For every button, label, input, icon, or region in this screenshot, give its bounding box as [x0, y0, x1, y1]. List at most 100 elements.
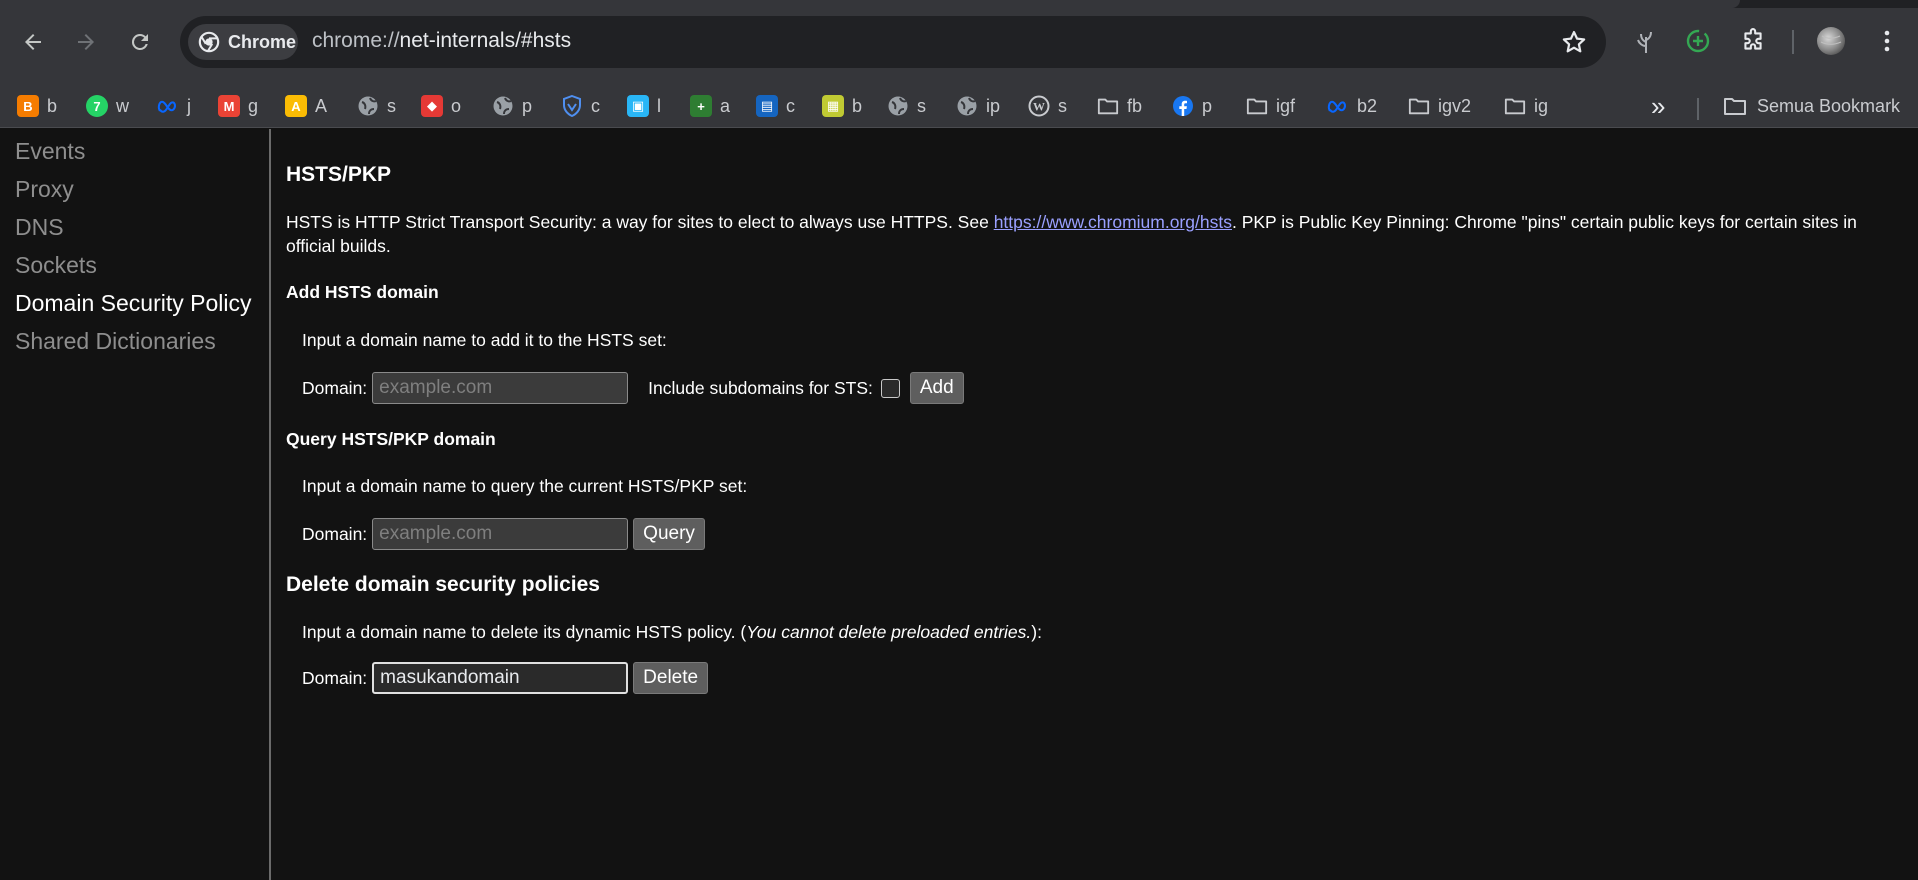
- reload-button[interactable]: [120, 22, 160, 62]
- bookmark-item[interactable]: p: [1172, 94, 1212, 118]
- include-subdomains-label: Include subdomains for STS:: [648, 377, 873, 398]
- page-title: HSTS/PKP: [286, 163, 392, 186]
- sidebar-item-dns[interactable]: DNS: [0, 208, 269, 246]
- query-button[interactable]: Query: [633, 518, 705, 550]
- bookmark-item[interactable]: AA: [285, 94, 327, 118]
- cube-icon: ◆: [421, 95, 443, 117]
- profile-avatar[interactable]: [1816, 26, 1846, 56]
- address-bar[interactable]: Chrome chrome://net-internals/#hsts: [180, 16, 1606, 68]
- bookmark-item[interactable]: + a: [690, 94, 730, 118]
- bookmark-item[interactable]: Mg: [218, 94, 258, 118]
- url-scheme: chrome://: [312, 29, 400, 52]
- bookmark-item[interactable]: ▦ b: [822, 94, 862, 118]
- add-domain-input[interactable]: [372, 372, 629, 404]
- delete-instruction-note: You cannot delete preloaded entries.: [746, 622, 1032, 642]
- desc-text-1: HSTS is HTTP Strict Transport Security: …: [286, 212, 994, 232]
- add-form: Domain: Include subdomains for STS: Add: [302, 372, 964, 404]
- bookmarks-overflow-button[interactable]: »: [1651, 91, 1665, 121]
- delete-button[interactable]: Delete: [633, 662, 709, 694]
- bookmark-label: s: [917, 95, 926, 116]
- bookmark-item[interactable]: s: [357, 94, 396, 118]
- bookmark-item[interactable]: igv2: [1408, 94, 1471, 118]
- sidebar-item-domain-security-policy[interactable]: Domain Security Policy: [0, 284, 269, 322]
- folder-icon: [1504, 95, 1526, 117]
- bookmark-item[interactable]: Ws: [1028, 94, 1067, 118]
- gmail-icon: M: [218, 95, 240, 117]
- delete-instruction: Input a domain name to delete its dynami…: [302, 622, 1042, 643]
- globe-icon: [887, 95, 909, 117]
- bookmark-item[interactable]: 7w: [86, 94, 129, 118]
- bookmark-label: a: [720, 95, 731, 116]
- include-subdomains-checkbox[interactable]: [880, 378, 900, 398]
- chrome-page-chip[interactable]: Chrome: [188, 24, 298, 60]
- bookmark-item[interactable]: ▤ c: [756, 94, 795, 118]
- bookmark-item[interactable]: p: [492, 94, 532, 118]
- facebook-icon: [1172, 95, 1194, 117]
- delete-instruction-text: Input a domain name to delete its dynami…: [302, 622, 1042, 643]
- extension-plant-icon[interactable]: [1631, 26, 1661, 56]
- query-form: Domain: Query: [302, 518, 705, 550]
- folder-icon: [1408, 95, 1430, 117]
- bookmark-item[interactable]: b2: [1327, 94, 1377, 118]
- bookmark-label: igv2: [1438, 95, 1472, 116]
- globe-icon: [492, 95, 514, 117]
- squares-icon: ▣: [627, 95, 649, 117]
- chrome-icon: [198, 31, 220, 53]
- bookmark-item[interactable]: ig: [1504, 94, 1548, 118]
- bookmark-item[interactable]: igf: [1246, 94, 1295, 118]
- add-button[interactable]: Add: [909, 372, 964, 404]
- folder-icon: [1724, 98, 1746, 115]
- tab-strip: [0, 0, 1918, 8]
- bookmark-item[interactable]: s: [887, 94, 926, 118]
- query-instruction: Input a domain name to query the current…: [302, 476, 747, 497]
- delete-instruction-start: Input a domain name to delete its dynami…: [302, 622, 747, 642]
- bookmark-item[interactable]: Bb: [17, 94, 57, 118]
- delete-form: Domain: Delete: [302, 662, 709, 694]
- bookmark-label: l: [657, 95, 661, 116]
- bookmark-label: b2: [1357, 95, 1378, 116]
- bookmark-label: fb: [1127, 95, 1143, 116]
- back-arrow-icon: [25, 34, 41, 50]
- bookmark-label: b: [852, 95, 863, 116]
- sidebar-item-sockets[interactable]: Sockets: [0, 246, 269, 284]
- url-text: chrome://net-internals/#hsts: [312, 29, 571, 53]
- bookmark-label: j: [187, 95, 191, 116]
- delete-heading: Delete domain security policies: [286, 573, 600, 596]
- menu-kebab-icon[interactable]: [1872, 26, 1902, 56]
- google-ads-icon: A: [285, 95, 307, 117]
- active-tab-edge: [0, 0, 1740, 8]
- globe-icon: [956, 95, 978, 117]
- sidebar-item-events[interactable]: Events: [0, 132, 269, 170]
- delete-domain-label: Domain:: [302, 667, 368, 688]
- bookmark-label: s: [1058, 95, 1067, 116]
- query-domain-label: Domain:: [302, 523, 368, 544]
- add-hsts-heading: Add HSTS domain: [286, 282, 439, 302]
- extensions-puzzle-icon[interactable]: [1738, 26, 1768, 56]
- chevron-double-right-icon: »: [1651, 90, 1666, 121]
- bookmark-item[interactable]: ▣ l: [627, 94, 661, 118]
- forward-arrow-icon: [78, 34, 94, 50]
- bookmark-item[interactable]: j: [157, 94, 191, 118]
- folder-icon: [1246, 95, 1268, 117]
- forward-button[interactable]: [66, 22, 106, 62]
- back-button[interactable]: [13, 22, 53, 62]
- bookmark-label: p: [522, 95, 533, 116]
- book-icon: ▤: [756, 95, 778, 117]
- extension-add-circle-icon[interactable]: [1683, 26, 1713, 56]
- delete-domain-input[interactable]: [372, 662, 629, 694]
- chromium-hsts-link[interactable]: https://www.chromium.org/hsts: [994, 212, 1232, 232]
- all-bookmarks-folder[interactable]: Semua Bookmark: [1723, 94, 1900, 118]
- whatsapp-icon: 7: [86, 95, 108, 117]
- query-domain-input[interactable]: [372, 518, 629, 550]
- chip-label: Chrome: [228, 31, 297, 52]
- bookmark-item[interactable]: ip: [956, 94, 1000, 118]
- sidebar-item-shared-dictionaries[interactable]: Shared Dictionaries: [0, 322, 269, 360]
- bookmark-star-icon[interactable]: [1560, 28, 1588, 56]
- bookmark-item[interactable]: ◆ o: [421, 94, 461, 118]
- page-description: HSTS is HTTP Strict Transport Security: …: [286, 210, 1886, 258]
- sidebar-item-proxy[interactable]: Proxy: [0, 170, 269, 208]
- bookmark-item[interactable]: fb: [1097, 94, 1142, 118]
- query-heading: Query HSTS/PKP domain: [286, 429, 496, 449]
- bookmark-item[interactable]: c: [561, 94, 600, 118]
- toolbar-divider: [1792, 30, 1794, 54]
